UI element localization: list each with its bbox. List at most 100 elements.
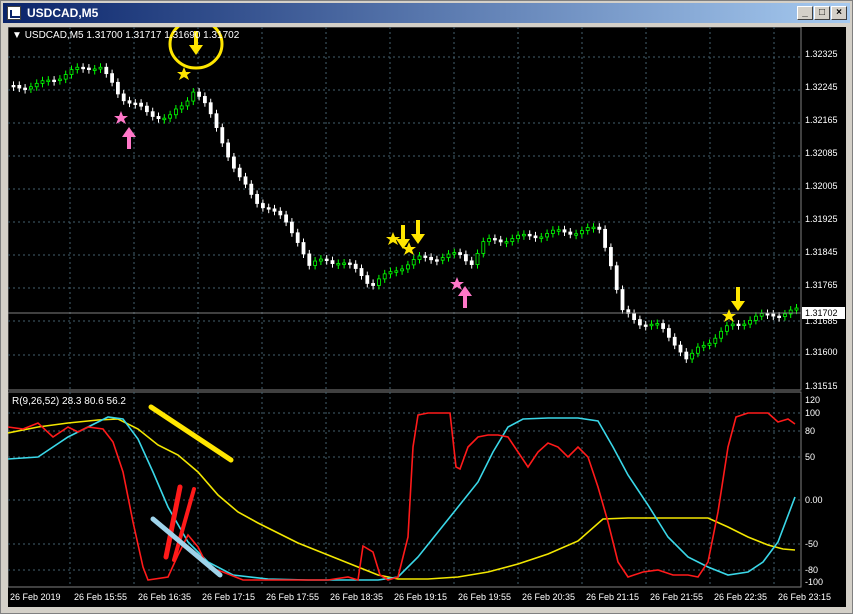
time-label: 26 Feb 17:15: [202, 592, 255, 602]
candle-body: [371, 283, 376, 286]
price-label: 1.32085: [805, 148, 838, 158]
candle-body: [638, 319, 642, 326]
candle-body: [539, 236, 544, 239]
candle-body: [765, 313, 770, 316]
candle-body: [394, 270, 399, 273]
candle-body: [771, 313, 776, 317]
candle-body: [510, 238, 515, 242]
time-label: 26 Feb 15:55: [74, 592, 127, 602]
candle-body: [330, 260, 335, 264]
candle-body: [133, 102, 138, 106]
candle-body: [110, 73, 114, 83]
chart-area[interactable]: 1.32325 1.32245 1.32165 1.32085 1.32005 …: [8, 27, 846, 607]
candle-body: [318, 258, 323, 262]
candle-body: [423, 255, 428, 258]
chart-menu-icon[interactable]: ▼: [12, 30, 22, 41]
candle-body: [336, 263, 341, 266]
candle-body: [585, 227, 590, 231]
candle-body: [777, 315, 781, 319]
title-bar[interactable]: USDCAD,M5 _ □ ×: [3, 3, 850, 23]
candle-body: [481, 241, 486, 254]
price-label: 1.31925: [805, 214, 838, 224]
candle-body: [116, 81, 120, 95]
candle-body: [661, 323, 665, 329]
candle-body: [307, 253, 312, 266]
candle-body: [191, 91, 196, 102]
candle-body: [794, 307, 799, 311]
candle-body: [684, 351, 689, 360]
candle-body: [719, 330, 723, 339]
candle-body: [359, 268, 364, 277]
candle-body: [92, 68, 97, 71]
candle-body: [574, 233, 578, 236]
candle-body: [522, 233, 526, 237]
chart-window-icon: [7, 6, 21, 20]
candle-body: [417, 255, 422, 260]
candle-body: [725, 325, 729, 332]
candle-body: [551, 229, 555, 234]
candle-body: [696, 346, 700, 354]
close-button[interactable]: ×: [831, 6, 847, 20]
candle-body: [382, 273, 387, 280]
candle-body: [405, 264, 410, 270]
time-label: 26 Feb 21:55: [650, 592, 703, 602]
candle-body: [365, 275, 370, 284]
candle-body: [121, 93, 126, 102]
candle-body: [597, 226, 602, 230]
candle-body: [736, 323, 741, 327]
candle-body: [463, 254, 468, 262]
candle-body: [620, 289, 625, 311]
candle-body: [516, 234, 521, 240]
candle-body: [295, 232, 300, 243]
candle-body: [533, 235, 538, 239]
candle-body: [730, 323, 735, 327]
candle-body: [98, 66, 103, 70]
price-label: 1.32325: [805, 49, 838, 59]
candle-body: [690, 352, 694, 360]
candle-body: [614, 265, 619, 290]
window-title: USDCAD,M5: [27, 6, 99, 20]
maximize-button[interactable]: □: [814, 6, 830, 20]
price-label: 1.31765: [805, 280, 838, 290]
candle-body: [139, 102, 144, 107]
candle-body: [353, 263, 358, 269]
candle-body: [231, 156, 236, 169]
candle-body: [678, 344, 683, 353]
candle-body: [150, 111, 155, 117]
price-label: 1.31515: [805, 381, 838, 391]
price-panel: [8, 27, 802, 391]
chart-symbol: USDCAD,M5: [24, 30, 84, 41]
candle-body: [278, 210, 283, 216]
minimize-button[interactable]: _: [797, 6, 813, 20]
candle-body: [284, 214, 289, 223]
time-label: 26 Feb 16:35: [138, 592, 191, 602]
candle-body: [208, 102, 213, 115]
candle-body: [347, 262, 352, 265]
candle-body: [376, 278, 381, 286]
candle-body: [701, 344, 706, 348]
price-label: 1.32165: [805, 115, 838, 125]
current-price-label: 1.31702: [805, 308, 838, 318]
candle-body: [527, 233, 532, 237]
candle-body: [28, 86, 33, 90]
candle-body: [504, 241, 509, 244]
candle-body: [655, 323, 660, 326]
candle-body: [783, 313, 787, 317]
candle-body: [603, 228, 607, 248]
indicator-scale-label: 50: [805, 452, 815, 462]
candle-body: [475, 253, 480, 265]
indicator-scale-label: -100: [805, 577, 823, 587]
candle-body: [469, 260, 474, 265]
chart-ohlc: 1.31700 1.31717 1.31690 1.31702: [86, 30, 240, 41]
candle-body: [202, 96, 207, 104]
price-label: 1.32005: [805, 181, 838, 191]
candle-body: [458, 252, 463, 255]
candle-body: [324, 258, 329, 262]
indicator-scale-label: -50: [805, 539, 818, 549]
price-scale: 1.32325 1.32245 1.32165 1.32085 1.32005 …: [805, 49, 838, 391]
candle-body: [237, 167, 242, 178]
candle-body: [754, 315, 758, 321]
candle-body: [568, 231, 573, 235]
chart-svg: 1.32325 1.32245 1.32165 1.32085 1.32005 …: [8, 27, 845, 602]
candle-body: [609, 247, 613, 267]
